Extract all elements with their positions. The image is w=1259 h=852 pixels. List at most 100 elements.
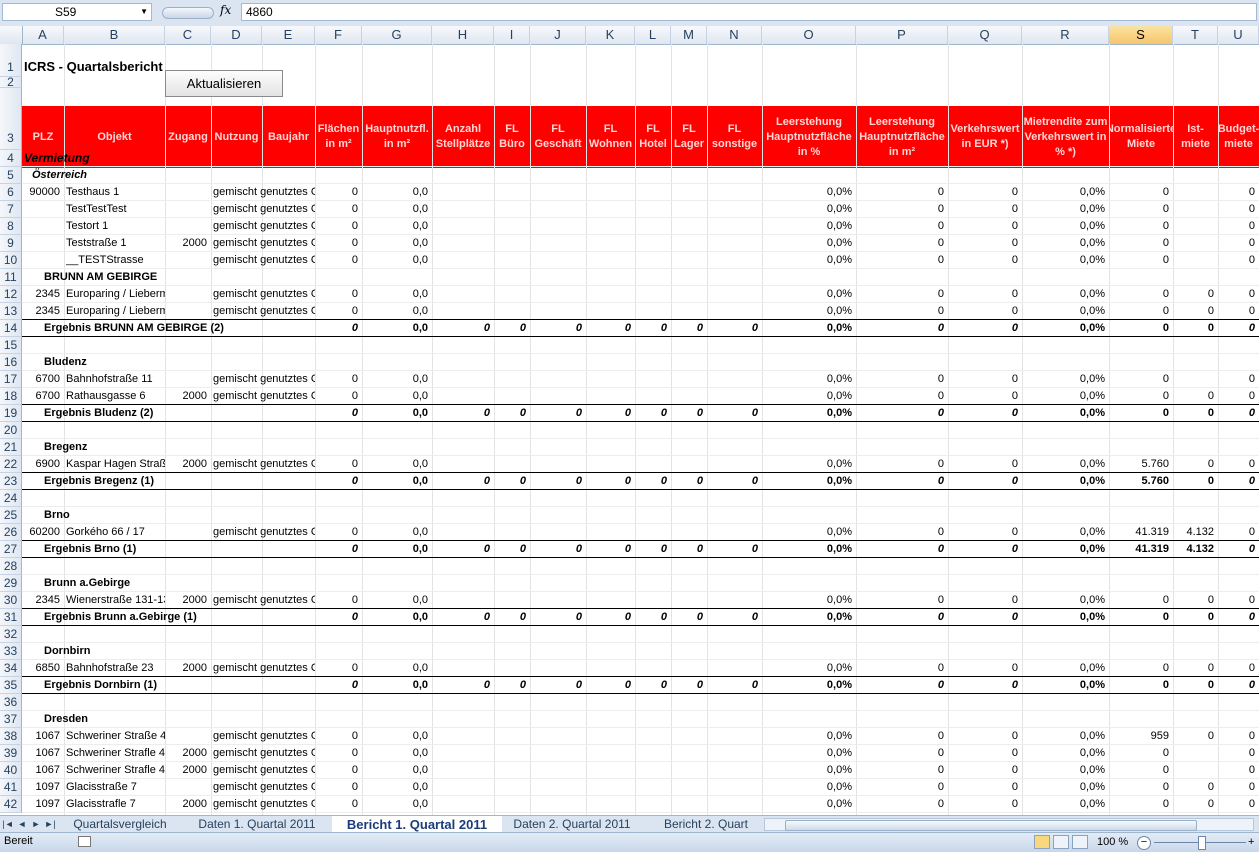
plz-cell[interactable]: 1067 [22, 728, 64, 745]
flaechen-cell[interactable]: 0 [315, 218, 362, 235]
zugang-cell[interactable]: 2000 [165, 235, 211, 252]
row-header[interactable]: 6 [0, 184, 22, 201]
hauptnutzflaeche-cell[interactable]: 0,0 [362, 371, 432, 388]
verkehrswert-cell[interactable]: 0 [948, 592, 1022, 609]
leerstehung-pct-cell[interactable]: 0,0% [762, 524, 856, 541]
verkehrswert-cell[interactable]: 0 [948, 456, 1022, 473]
hauptnutzflaeche-cell[interactable]: 0,0 [362, 762, 432, 779]
result-value[interactable]: 0 [315, 541, 362, 558]
leerstehung-pct-cell[interactable]: 0,0% [762, 218, 856, 235]
result-value[interactable]: 0 [948, 405, 1022, 422]
result-value[interactable]: 0,0 [362, 473, 432, 490]
budgetmiete-cell[interactable]: 0 [1218, 286, 1259, 303]
istmiete-cell[interactable] [1173, 745, 1218, 762]
column-title[interactable]: Budget-miete [1218, 106, 1259, 168]
leerstehung-pct-cell[interactable]: 0,0% [762, 728, 856, 745]
normalisierte-miete-cell[interactable]: 0 [1109, 796, 1173, 813]
leerstehung-pct-cell[interactable]: 0,0% [762, 388, 856, 405]
flaechen-cell[interactable]: 0 [315, 456, 362, 473]
result-value[interactable]: 0 [635, 473, 671, 490]
leerstehung-pct-cell[interactable]: 0,0% [762, 184, 856, 201]
result-value[interactable]: 0 [315, 677, 362, 694]
object-cell[interactable]: Wienerstraße 131-133 [66, 592, 165, 609]
istmiete-cell[interactable] [1173, 371, 1218, 388]
result-normalisierte-miete[interactable]: 0 [1109, 677, 1173, 694]
row-header[interactable]: 26 [0, 524, 22, 541]
region-label[interactable]: Österreich [32, 167, 232, 184]
row-header[interactable]: 40 [0, 762, 22, 779]
zugang-cell[interactable] [165, 184, 211, 201]
result-value[interactable]: 0 [494, 541, 530, 558]
mietrendite-cell[interactable]: 0,0% [1022, 524, 1109, 541]
result-value[interactable]: 0,0 [362, 320, 432, 337]
row-header[interactable]: 14 [0, 320, 22, 337]
result-value[interactable]: 0 [856, 541, 948, 558]
result-istmiete[interactable]: 0 [1173, 473, 1218, 490]
zugang-cell[interactable]: 2000 [165, 796, 211, 813]
sheet-tab[interactable]: Bericht 1. Quartal 2011 [332, 816, 502, 833]
zoom-in-icon[interactable]: + [1248, 836, 1258, 848]
nutzung-cell[interactable]: gemischt genutztes Objekt [213, 524, 315, 541]
verkehrswert-cell[interactable]: 0 [948, 235, 1022, 252]
result-value[interactable]: 0 [494, 473, 530, 490]
column-header-n[interactable]: N [707, 26, 762, 44]
verkehrswert-cell[interactable]: 0 [948, 286, 1022, 303]
budgetmiete-cell[interactable]: 0 [1218, 762, 1259, 779]
column-header-a[interactable]: A [22, 26, 64, 44]
column-header-l[interactable]: L [635, 26, 671, 44]
hauptnutzflaeche-cell[interactable]: 0,0 [362, 745, 432, 762]
mietrendite-cell[interactable]: 0,0% [1022, 388, 1109, 405]
normalisierte-miete-cell[interactable]: 0 [1109, 286, 1173, 303]
column-title[interactable]: FL Wohnen [586, 106, 635, 168]
page-layout-view-icon[interactable] [1053, 835, 1069, 849]
result-value[interactable]: 0 [586, 320, 635, 337]
result-value[interactable]: 0 [635, 609, 671, 626]
result-value[interactable]: 0 [1218, 473, 1259, 490]
object-cell[interactable]: Gorkého 66 / 17 [66, 524, 165, 541]
column-header-m[interactable]: M [671, 26, 707, 44]
result-value[interactable]: 0,0% [1022, 405, 1109, 422]
row-header[interactable]: 29 [0, 575, 22, 592]
result-value[interactable]: 0 [494, 320, 530, 337]
group-label[interactable]: Brno [44, 507, 244, 524]
result-value[interactable]: 0 [635, 541, 671, 558]
result-value[interactable]: 0 [707, 473, 762, 490]
row-header[interactable]: 4 [0, 150, 22, 167]
row-header[interactable]: 3 [0, 88, 22, 150]
result-value[interactable]: 0 [707, 677, 762, 694]
row-header[interactable]: 8 [0, 218, 22, 235]
row-header[interactable]: 7 [0, 201, 22, 218]
zoom-level[interactable]: 100 % [1097, 836, 1128, 848]
plz-cell[interactable] [22, 201, 64, 218]
verkehrswert-cell[interactable]: 0 [948, 252, 1022, 269]
mietrendite-cell[interactable]: 0,0% [1022, 218, 1109, 235]
result-value[interactable]: 0 [1218, 405, 1259, 422]
nutzung-cell[interactable]: gemischt genutztes Objekt [213, 303, 315, 320]
sheet-tab[interactable]: Daten 1. Quartal 2011 [182, 816, 332, 833]
result-value[interactable]: 0 [948, 320, 1022, 337]
budgetmiete-cell[interactable]: 0 [1218, 201, 1259, 218]
column-header-u[interactable]: U [1218, 26, 1259, 44]
sheet-tab[interactable]: Bericht 2. Quart [650, 816, 762, 833]
result-value[interactable]: 0,0% [762, 677, 856, 694]
zugang-cell[interactable] [165, 371, 211, 388]
result-value[interactable]: 0,0% [1022, 541, 1109, 558]
row-header[interactable]: 18 [0, 388, 22, 405]
leerstehung-m2-cell[interactable]: 0 [856, 388, 948, 405]
budgetmiete-cell[interactable]: 0 [1218, 779, 1259, 796]
result-value[interactable]: 0 [586, 541, 635, 558]
verkehrswert-cell[interactable]: 0 [948, 218, 1022, 235]
leerstehung-m2-cell[interactable]: 0 [856, 201, 948, 218]
flaechen-cell[interactable]: 0 [315, 303, 362, 320]
object-cell[interactable]: Teststraße 1 [66, 235, 165, 252]
object-cell[interactable]: Bahnhofstraße 11 [66, 371, 165, 388]
istmiete-cell[interactable] [1173, 218, 1218, 235]
istmiete-cell[interactable] [1173, 184, 1218, 201]
result-value[interactable]: 0 [530, 405, 586, 422]
column-title[interactable]: Mietrendite zum Verkehrswert in % *) [1022, 106, 1109, 168]
result-value[interactable]: 0 [635, 677, 671, 694]
column-header-i[interactable]: I [494, 26, 530, 44]
plz-cell[interactable] [22, 252, 64, 269]
object-cell[interactable]: Europaring / Liebermannstraße [66, 286, 165, 303]
result-label[interactable]: Ergebnis Brno (1) [44, 541, 324, 558]
